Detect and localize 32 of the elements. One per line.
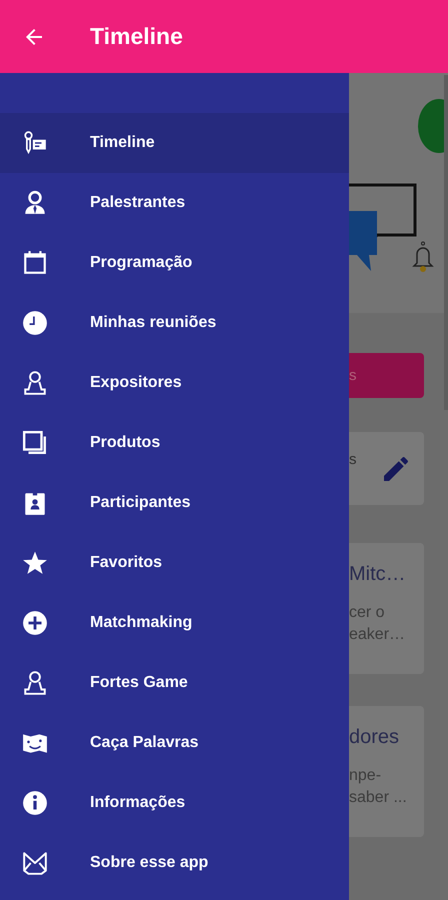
drawer-item[interactable]: Minhas reuniões [0,293,349,353]
app-bar-title: Timeline [90,23,183,50]
drawer-item[interactable]: Programação [0,233,349,293]
drawer-item[interactable]: Matchmaking [0,593,349,653]
drawer-item[interactable]: Produtos [0,413,349,473]
person-outline-icon [22,370,48,396]
plus-circle-icon [22,610,48,636]
card-title: dores [349,726,400,749]
field-hint: s [349,451,356,468]
clock-icon [22,310,48,336]
drawer-item[interactable]: Timeline [0,113,349,173]
drawer-item[interactable]: Participantes [0,473,349,533]
drawer-item[interactable]: Informações [0,773,349,833]
bell-icon[interactable] [411,241,435,273]
stacked-squares-icon [22,430,48,456]
drawer-item[interactable]: Caça Palavras [0,713,349,773]
info-icon [22,790,48,816]
drawer-item[interactable]: Expositores [0,353,349,413]
card-text: npe- [349,767,382,785]
card-text: cer o [349,604,386,622]
person-outline-icon [22,670,48,696]
star-icon [22,550,48,576]
card-text: eaker… [349,626,406,644]
drawer-item[interactable]: Favoritos [0,533,349,593]
microphone-icon [22,130,48,156]
envelope-icon [22,850,48,876]
card-text: saber ... [349,789,408,807]
drawer-item[interactable]: Sobre esse app [0,833,349,893]
card-title: Mitc… [349,563,407,586]
drawer-item[interactable]: Palestrantes [0,173,349,233]
drawer-item[interactable]: Fortes Game [0,653,349,713]
calendar-icon [22,250,48,276]
